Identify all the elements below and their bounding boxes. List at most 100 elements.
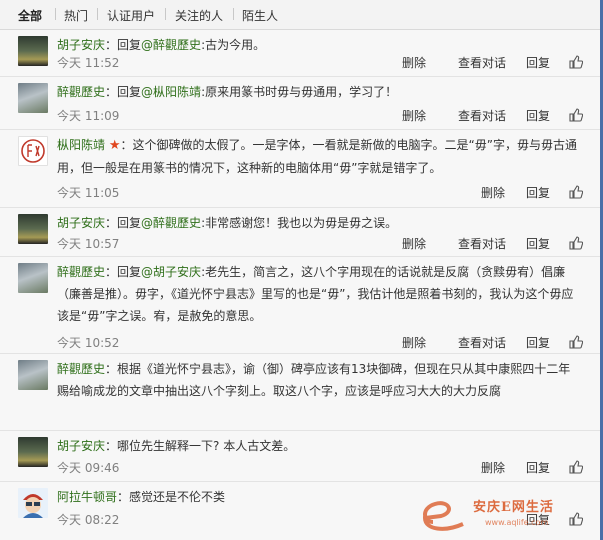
filter-tabs: 全部 热门 认证用户 关注的人 陌生人 (0, 0, 603, 30)
comment-item: 醉觀歷史：回复@胡子安庆:老先生，简言之，这八个字用现在的话说就是反腐（贪黩毋宥… (0, 257, 603, 354)
avatar[interactable] (18, 488, 48, 518)
comment-username[interactable]: 醉觀歷史 (57, 265, 105, 279)
comment-time: 今天 11:05 (57, 186, 120, 200)
comment-item: 醉觀歷史：回复@枞阳陈靖:原来用篆书时毋与毋通用，学习了！ 今天 11:09 删… (0, 77, 603, 130)
comment-body: 根据《道光怀宁县志》，谕（御）碑亭应该有13块御碑，但现在只从其中康熙四十二年 (117, 362, 571, 376)
reply-button[interactable]: 回复 (526, 334, 550, 351)
delete-button[interactable]: 删除 (402, 334, 426, 351)
reply-button[interactable]: 回复 (526, 107, 550, 124)
comment-body: :原来用篆书时毋与毋通用，学习了！ (201, 85, 398, 99)
like-thumb-icon[interactable] (569, 185, 583, 199)
like-thumb-icon[interactable] (569, 512, 583, 526)
comment-text: 胡子安庆：回复@醉觀歷史:古为今用。 (57, 38, 266, 52)
avatar[interactable] (18, 437, 48, 467)
avatar[interactable] (18, 263, 48, 293)
mention-link[interactable]: @枞阳陈靖 (141, 85, 201, 99)
tab-divider (165, 8, 166, 20)
star-badge-icon: ★ (108, 138, 121, 153)
avatar[interactable] (18, 36, 48, 66)
delete-button[interactable]: 删除 (402, 54, 426, 71)
comment-username[interactable]: 胡子安庆 (57, 216, 105, 230)
avatar[interactable] (18, 360, 48, 390)
delete-button[interactable]: 删除 (402, 107, 426, 124)
comment-meta: 今天 11:09 删除 查看对话 回复 (57, 107, 597, 125)
like-thumb-icon[interactable] (569, 236, 583, 250)
comment-item: 阿拉牛顿哥：感觉还是不伦不类 今天 08:22 回复 (0, 482, 603, 540)
like-thumb-icon[interactable] (569, 335, 583, 349)
mention-link[interactable]: @醉觀歷史 (141, 216, 201, 230)
comment-time: 今天 08:22 (57, 513, 120, 527)
comment-body: :老先生，简言之，这八个字用现在的话说就是反腐（贪黩毋宥）倡廉 (201, 265, 566, 279)
delete-button[interactable]: 删除 (402, 235, 426, 252)
seal-stamp-icon (21, 139, 45, 163)
comment-body-continued: 该是“毋”字之误。宥，是赦免的意思。 (57, 309, 262, 323)
avatar[interactable] (18, 136, 48, 166)
delete-button[interactable]: 删除 (481, 459, 505, 476)
reply-button[interactable]: 回复 (526, 184, 550, 201)
comment-username[interactable]: 醉觀歷史 (57, 85, 105, 99)
like-thumb-icon[interactable] (569, 108, 583, 122)
view-dialog-button[interactable]: 查看对话 (458, 334, 506, 351)
view-dialog-button[interactable]: 查看对话 (458, 54, 506, 71)
comment-text: 胡子安庆：哪位先生解释一下? 本人古文差。 (57, 439, 296, 453)
delete-button[interactable]: 删除 (481, 184, 505, 201)
comment-body-continued: 用，但一般是在用篆书的情况下，这种新的电脑体用“毋”字就是错字了。 (57, 161, 442, 175)
tab-all[interactable]: 全部 (18, 7, 42, 24)
comment-body: 哪位先生解释一下? 本人古文差。 (117, 439, 296, 453)
comment-text: 醉觀歷史：回复@枞阳陈靖:原来用篆书时毋与毋通用，学习了！ (57, 85, 398, 99)
comment-meta: 今天 11:52 删除 查看对话 回复 (57, 54, 597, 72)
reply-prefix: 回复 (117, 38, 142, 52)
reply-button[interactable]: 回复 (526, 511, 550, 528)
comment-time: 今天 11:52 (57, 56, 120, 70)
comment-text: 阿拉牛顿哥：感觉还是不伦不类 (57, 490, 226, 504)
tab-hot[interactable]: 热门 (64, 7, 88, 24)
comment-item: 胡子安庆：回复@醉觀歷史:非常感谢您！我也以为毋是毋之误。 今天 10:57 删… (0, 208, 603, 257)
reply-prefix: 回复 (117, 216, 142, 230)
comment-meta: 今天 10:52 删除 查看对话 回复 (57, 334, 597, 352)
comment-body: :非常感谢您！我也以为毋是毋之误。 (201, 216, 398, 230)
tab-strangers[interactable]: 陌生人 (242, 7, 278, 24)
tab-verified-users[interactable]: 认证用户 (107, 7, 155, 24)
comment-body-continued: （廉善是推）。毋字，《道光怀宁县志》里写的也是“毋”，我估计他是照着书刻的，我认… (57, 287, 574, 301)
mention-link[interactable]: @醉觀歷史 (141, 38, 201, 52)
avatar[interactable] (18, 83, 48, 113)
comment-body: :古为今用。 (201, 38, 266, 52)
comment-text: 醉觀歷史：根据《道光怀宁县志》，谕（御）碑亭应该有13块御碑，但现在只从其中康熙… (57, 362, 571, 398)
comment-username[interactable]: 醉觀歷史 (57, 362, 105, 376)
reply-button[interactable]: 回复 (526, 54, 550, 71)
like-thumb-icon[interactable] (569, 55, 583, 69)
view-dialog-button[interactable]: 查看对话 (458, 235, 506, 252)
avatar[interactable] (18, 214, 48, 244)
comment-meta: 今天 09:46 删除 回复 (57, 459, 597, 477)
reply-button[interactable]: 回复 (526, 235, 550, 252)
comment-username[interactable]: 胡子安庆 (57, 439, 105, 453)
comment-body: 感觉还是不伦不类 (129, 490, 226, 504)
tab-following[interactable]: 关注的人 (175, 7, 223, 24)
comment-username[interactable]: 枞阳陈靖 (57, 138, 105, 152)
comment-time: 今天 10:52 (57, 336, 120, 350)
comment-item: 胡子安庆：回复@醉觀歷史:古为今用。 今天 11:52 删除 查看对话 回复 (0, 30, 603, 77)
tab-divider (55, 8, 56, 20)
comment-text: 胡子安庆：回复@醉觀歷史:非常感谢您！我也以为毋是毋之误。 (57, 216, 398, 230)
comment-text: 枞阳陈靖 ★：这个御碑做的太假了。一是字体，一看就是新做的电脑字。二是“毋”字，… (57, 138, 577, 175)
comment-username[interactable]: 阿拉牛顿哥 (57, 490, 117, 504)
comment-time: 今天 10:57 (57, 237, 120, 251)
mention-link[interactable]: @胡子安庆 (141, 265, 201, 279)
comment-item: 枞阳陈靖 ★：这个御碑做的太假了。一是字体，一看就是新做的电脑字。二是“毋”字，… (0, 130, 603, 208)
comment-text: 醉觀歷史：回复@胡子安庆:老先生，简言之，这八个字用现在的话说就是反腐（贪黩毋宥… (57, 265, 574, 323)
comment-item: 胡子安庆：哪位先生解释一下? 本人古文差。 今天 09:46 删除 回复 (0, 431, 603, 482)
view-dialog-button[interactable]: 查看对话 (458, 107, 506, 124)
reply-button[interactable]: 回复 (526, 459, 550, 476)
comment-username[interactable]: 胡子安庆 (57, 38, 105, 52)
tab-divider (97, 8, 98, 20)
reply-prefix: 回复 (117, 85, 142, 99)
comment-meta: 今天 11:05 删除 回复 (57, 184, 597, 202)
comment-meta: 今天 10:57 删除 查看对话 回复 (57, 235, 597, 253)
cartoon-avatar-icon (18, 488, 48, 518)
comment-meta: 今天 08:22 回复 (57, 511, 597, 529)
comment-time: 今天 11:09 (57, 109, 120, 123)
reply-prefix: 回复 (117, 265, 142, 279)
like-thumb-icon[interactable] (569, 460, 583, 474)
tab-divider (233, 8, 234, 20)
comment-item: 醉觀歷史：根据《道光怀宁县志》，谕（御）碑亭应该有13块御碑，但现在只从其中康熙… (0, 354, 603, 431)
